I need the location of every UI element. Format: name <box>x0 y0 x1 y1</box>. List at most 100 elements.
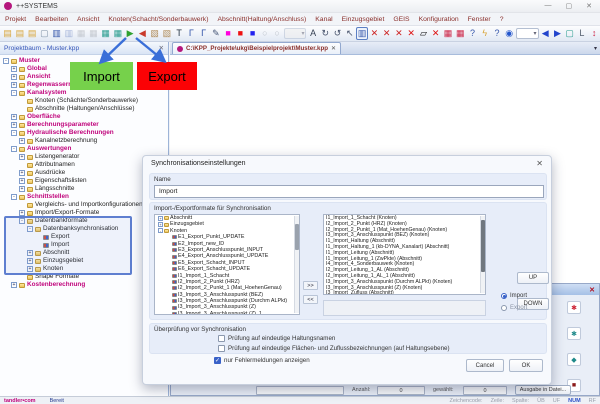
remove-format-button[interactable]: << <box>303 295 318 304</box>
print-icon[interactable]: ▦ <box>76 27 87 40</box>
available-formats-tree[interactable]: +Abschnitt+Einzugsgebiet-KnotenE1_Export… <box>154 214 300 315</box>
maximize-button[interactable]: ▢ <box>566 2 573 10</box>
zoom-level-dropdown[interactable]: ▾ <box>284 28 307 39</box>
zoom-out-icon[interactable]: ○ <box>272 27 283 40</box>
expand-icon[interactable]: + <box>11 122 17 128</box>
up-button[interactable]: UP <box>517 272 549 284</box>
tree-item-hydraulische-berechnungen[interactable]: -Hydraulische Berechnungen <box>0 129 168 137</box>
tree-item-kanalnetzberechnung[interactable]: +Kanalnetzberechnung <box>0 137 168 145</box>
check-flaechen-checkbox[interactable] <box>218 345 225 352</box>
table-view-icon[interactable]: ▥ <box>356 27 367 40</box>
export-icon[interactable]: ◀ <box>137 27 148 40</box>
delete-selection-icon[interactable]: ✕ <box>430 27 441 40</box>
rotate-ccw-icon[interactable]: ↺ <box>332 27 343 40</box>
expand-icon[interactable]: + <box>19 138 25 144</box>
check-flaechen-row[interactable]: Prüfung auf eindeutige Flächen- und Zufl… <box>218 345 450 352</box>
color-magenta-swatch[interactable]: ■ <box>223 27 234 40</box>
cancel-button[interactable]: Cancel <box>466 359 504 372</box>
paste-special-icon[interactable]: ▧ <box>161 27 172 40</box>
tree-item-knoten-schächte-sonderbauwerke[interactable]: Knoten (Schächte/Sonderbauwerke) <box>0 97 168 105</box>
delete-icon[interactable]: ✕ <box>406 27 417 40</box>
open-project-icon[interactable]: ▤ <box>2 27 13 40</box>
help-pick-icon[interactable]: ? <box>491 27 502 40</box>
expand-icon[interactable]: + <box>158 216 163 221</box>
tree-item-auswertungen[interactable]: -Auswertungen <box>0 145 168 153</box>
legend-icon[interactable]: L <box>576 27 587 40</box>
expand-icon[interactable]: + <box>11 82 17 88</box>
import-radio[interactable] <box>501 293 507 299</box>
profile-tool-icon[interactable]: Γ <box>186 27 197 40</box>
menu-item-kanal[interactable]: Kanal <box>315 16 332 23</box>
minimize-button[interactable]: — <box>545 2 552 10</box>
grid-red-icon[interactable]: ▦ <box>455 27 466 40</box>
selected-formats-list[interactable]: I1_Import_1_Schacht (Knoten)I2_Import_2_… <box>323 214 486 295</box>
name-input[interactable]: Import <box>154 185 544 198</box>
layer-dropdown[interactable]: ▾ <box>516 28 539 39</box>
import-icon[interactable]: ▶ <box>125 27 136 40</box>
expand-icon[interactable]: + <box>11 282 17 288</box>
menu-item-item[interactable]: ? <box>500 16 504 23</box>
tree-item-kanalsystem[interactable]: -Kanalsystem <box>0 89 168 97</box>
tree-item-berechnungsparameter[interactable]: +Berechnungsparameter <box>0 121 168 129</box>
ref-points-icon[interactable]: ↕ <box>589 27 600 40</box>
expand-icon[interactable]: + <box>19 170 25 176</box>
expand-icon[interactable]: + <box>19 154 25 160</box>
ok-button[interactable]: OK <box>509 359 543 372</box>
project-tree-close-icon[interactable]: ✕ <box>159 44 164 52</box>
open-file-icon[interactable]: ▤ <box>14 27 25 40</box>
menu-item-bearbeiten[interactable]: Bearbeiten <box>35 16 68 23</box>
menu-item-projekt[interactable]: Projekt <box>5 16 26 23</box>
dialog-close-icon[interactable]: ✕ <box>536 159 543 168</box>
collapse-icon[interactable]: - <box>19 218 25 224</box>
zoom-in-icon[interactable]: ○ <box>259 27 270 40</box>
tree-item-i3-import-3-anschlusspunkt-z-1[interactable]: I3_Import_3_Anschlusspunkt (Z)_1 <box>155 311 299 315</box>
dock-filter-icon[interactable]: ✱ <box>567 301 581 314</box>
node-split-icon[interactable]: ✕ <box>393 27 404 40</box>
color-red-swatch[interactable]: ■ <box>235 27 246 40</box>
errors-only-row[interactable]: ✓ nur Fehlermeldungen anzeigen <box>214 357 310 364</box>
nav-forward-icon[interactable]: ▶ <box>552 27 563 40</box>
expand-icon[interactable]: + <box>19 210 25 216</box>
format-list-item[interactable]: I3_Import_Zufluss (Abschnitt) <box>326 291 485 295</box>
form-edit-icon[interactable]: ✎ <box>210 27 221 40</box>
font-icon[interactable]: A <box>307 27 318 40</box>
collapse-icon[interactable]: - <box>11 130 17 136</box>
menu-item-fenster[interactable]: Fenster <box>468 16 491 23</box>
expand-icon[interactable]: + <box>11 114 17 120</box>
collapse-icon[interactable]: - <box>11 146 17 152</box>
output-to-file-button[interactable]: Ausgabe in Datei... <box>515 385 571 395</box>
export-radio[interactable] <box>501 305 507 311</box>
expand-icon[interactable]: + <box>19 178 25 184</box>
document-tab[interactable]: C:\KPP_Projekte\ukg\Beispielprojekt\Must… <box>172 42 341 54</box>
expand-icon[interactable]: + <box>11 66 17 72</box>
open-copy-icon[interactable]: ▤ <box>27 27 38 40</box>
expand-icon[interactable]: + <box>11 74 17 80</box>
sheet-icon[interactable]: ▢ <box>564 27 575 40</box>
collapse-icon[interactable]: - <box>3 58 9 64</box>
node-delete-icon[interactable]: ✕ <box>369 27 380 40</box>
document-tab-close-icon[interactable]: ✕ <box>331 45 336 52</box>
print-setup-icon[interactable]: ▦ <box>112 27 123 40</box>
node-merge-icon[interactable]: ✕ <box>381 27 392 40</box>
left-list-scrollbar[interactable] <box>294 216 299 313</box>
expand-icon[interactable]: + <box>27 250 33 256</box>
dock-pick-icon[interactable]: ◆ <box>567 353 581 366</box>
menu-item-einzugsgebiet[interactable]: Einzugsgebiet <box>342 16 385 23</box>
print-preview-icon[interactable]: ▦ <box>88 27 99 40</box>
expand-icon[interactable]: + <box>27 258 33 264</box>
paste-icon[interactable]: ▧ <box>149 27 160 40</box>
profile-tool2-icon[interactable]: Γ <box>198 27 209 40</box>
pick-icon[interactable]: ↖ <box>344 27 355 40</box>
errors-only-checkbox[interactable]: ✓ <box>214 357 221 364</box>
save-all-icon[interactable]: ▥ <box>63 27 74 40</box>
radio-import-row[interactable]: Import <box>501 293 527 299</box>
water-drop-icon[interactable]: ◉ <box>504 27 515 40</box>
tree-item-abschnitte-haltungen-anschlüsse[interactable]: Abschnitte (Haltungen/Anschlüsse) <box>0 105 168 113</box>
menu-item-ansicht[interactable]: Ansicht <box>77 16 99 23</box>
add-format-button[interactable]: >> <box>303 281 318 290</box>
nav-back-icon[interactable]: ◀ <box>540 27 551 40</box>
expand-icon[interactable]: + <box>158 222 163 227</box>
collapse-icon[interactable]: - <box>11 90 17 96</box>
rotate-cw-icon[interactable]: ↻ <box>320 27 331 40</box>
collapse-icon[interactable]: - <box>11 194 17 200</box>
